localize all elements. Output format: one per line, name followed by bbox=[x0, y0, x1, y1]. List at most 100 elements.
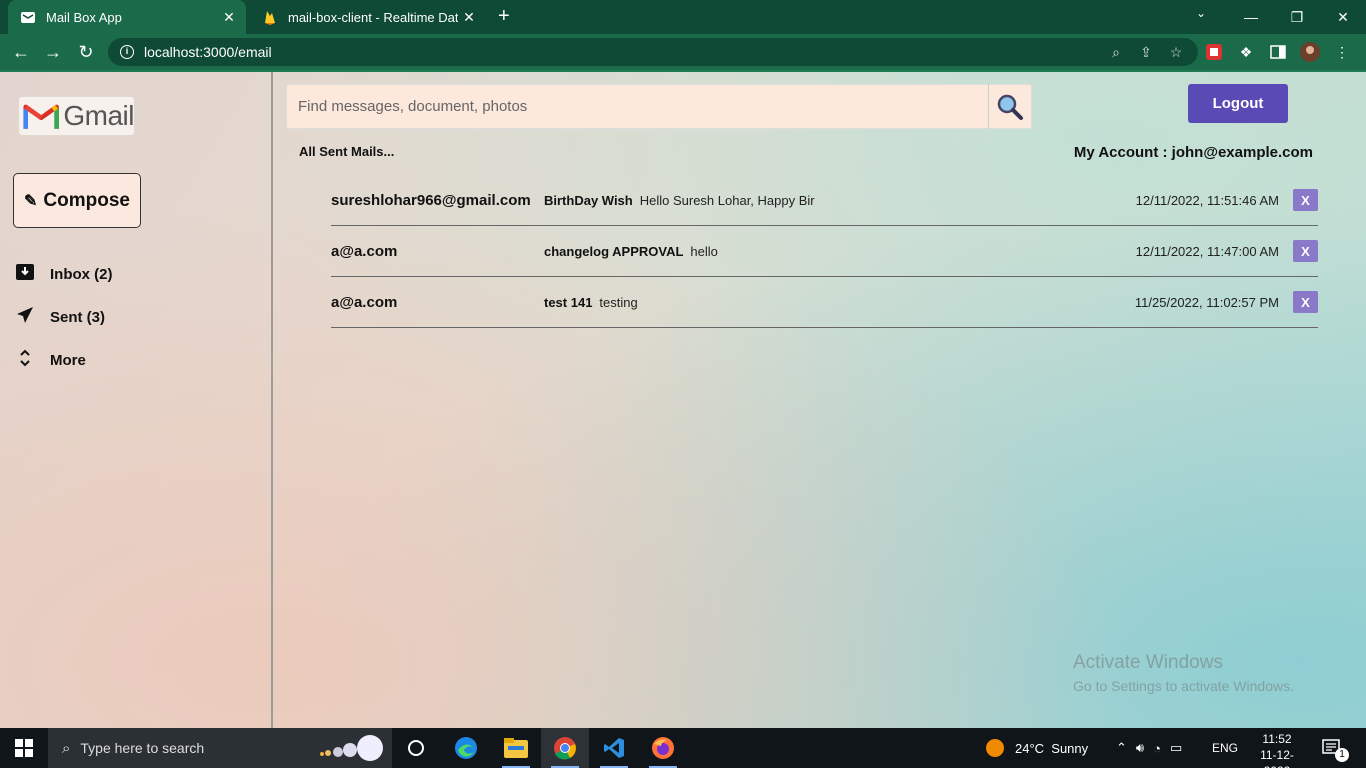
send-icon bbox=[14, 306, 36, 329]
vscode-icon[interactable] bbox=[590, 728, 638, 768]
sidebar-item-inbox[interactable]: Inbox (2) bbox=[14, 264, 113, 285]
sidebar-item-label: Sent (3) bbox=[50, 309, 106, 326]
search-icon bbox=[997, 94, 1023, 120]
tab-title: Mail Box App bbox=[46, 9, 122, 25]
network-icon[interactable]: ◔ bbox=[1153, 741, 1161, 756]
taskbar-search-box[interactable]: ⌕ Type here to search bbox=[48, 728, 392, 768]
language-indicator[interactable]: ENG bbox=[1212, 728, 1238, 768]
mail-row[interactable]: sureshlohar966@gmail.com BirthDay Wish H… bbox=[331, 175, 1318, 226]
sent-mail-list: sureshlohar966@gmail.com BirthDay Wish H… bbox=[331, 175, 1318, 328]
edge-browser-icon[interactable] bbox=[442, 728, 490, 768]
gmail-logo[interactable]: Gmail bbox=[19, 97, 134, 135]
browser-menu-icon[interactable]: ⋮ bbox=[1332, 42, 1352, 62]
search-input[interactable] bbox=[287, 85, 988, 128]
search-icon: ⌕ bbox=[62, 739, 71, 757]
browser-toolbar: ← → ↻ i localhost:3000/email ⌕ ⇪ ☆ bbox=[0, 34, 1366, 70]
compose-button[interactable]: ✎ Compose bbox=[13, 173, 141, 228]
reload-icon[interactable]: ↻ bbox=[75, 41, 97, 63]
url-text: localhost:3000/email bbox=[144, 44, 272, 60]
show-hidden-icons-chevron-icon[interactable]: ⌃ bbox=[1116, 740, 1127, 756]
compose-label: Compose bbox=[43, 189, 130, 211]
mail-app: Gmail ✎ Compose Inbox (2) Sent (3) More bbox=[0, 72, 1366, 728]
profile-avatar[interactable] bbox=[1300, 42, 1320, 62]
notification-count-badge: 1 bbox=[1335, 748, 1349, 762]
mail-timestamp: 12/11/2022, 11:51:46 AM bbox=[1135, 192, 1279, 208]
watermark-title: Activate Windows bbox=[1073, 652, 1223, 673]
zoom-icon[interactable]: ⌕ bbox=[1108, 44, 1124, 60]
restore-icon[interactable]: ❐ bbox=[1274, 0, 1320, 34]
mail-row[interactable]: a@a.com changelog APPROVAL hello 12/11/2… bbox=[331, 226, 1318, 277]
watermark-subtitle: Go to Settings to activate Windows. bbox=[1073, 678, 1294, 694]
search-bar bbox=[286, 84, 1032, 129]
file-explorer-icon[interactable] bbox=[492, 728, 540, 768]
tab-title: mail-box-client - Realtime Datab bbox=[288, 9, 458, 25]
delete-mail-button[interactable]: X bbox=[1293, 189, 1318, 211]
search-button[interactable] bbox=[988, 84, 1031, 129]
weather-widget[interactable]: 24°C Sunny bbox=[985, 728, 1088, 768]
weather-text: 24°C Sunny bbox=[1015, 740, 1089, 756]
windows-start-button[interactable] bbox=[0, 728, 48, 768]
taskbar-search-placeholder: Type here to search bbox=[80, 740, 205, 756]
clock-time: 11:52 bbox=[1262, 732, 1292, 746]
mail-preview: hello bbox=[690, 243, 718, 259]
tab-mail-box-app[interactable]: Mail Box App ✕ bbox=[8, 0, 246, 34]
volume-icon[interactable]: 🔊︎ bbox=[1136, 740, 1144, 756]
delete-mail-button[interactable]: X bbox=[1293, 291, 1318, 313]
tab-close-icon[interactable]: ✕ bbox=[218, 9, 240, 26]
back-arrow-icon[interactable]: ← bbox=[10, 41, 32, 63]
firebase-icon bbox=[262, 9, 278, 25]
mail-recipient: a@a.com bbox=[331, 242, 398, 260]
tab-close-icon[interactable]: ✕ bbox=[458, 9, 480, 26]
side-panel-icon[interactable] bbox=[1268, 42, 1288, 62]
mail-timestamp: 12/11/2022, 11:47:00 AM bbox=[1135, 243, 1279, 259]
browser-tab-strip: Mail Box App ✕ mail-box-client - Realtim… bbox=[0, 0, 1366, 34]
minimize-icon[interactable]: — bbox=[1228, 0, 1274, 34]
notification-center-icon[interactable]: 1 bbox=[1322, 728, 1349, 768]
mail-recipient: sureshlohar966@gmail.com bbox=[331, 191, 531, 209]
sidebar-item-label: More bbox=[50, 352, 86, 369]
mail-preview: testing bbox=[599, 294, 638, 310]
clock-date: 11-12-2022 bbox=[1260, 748, 1294, 768]
search-highlight-icon bbox=[320, 735, 383, 761]
inbox-icon bbox=[14, 264, 36, 285]
delete-mail-button[interactable]: X bbox=[1293, 240, 1318, 262]
bookmark-star-icon[interactable]: ☆ bbox=[1168, 44, 1184, 60]
firefox-icon[interactable] bbox=[639, 728, 687, 768]
chrome-icon[interactable] bbox=[541, 728, 589, 768]
share-icon[interactable]: ⇪ bbox=[1138, 44, 1154, 60]
taskbar: ⌕ Type here to search 24°C Sunny ⌃ 🔊︎ ◔ bbox=[0, 728, 1366, 768]
logo-text: Gmail bbox=[63, 100, 134, 131]
task-view-icon[interactable] bbox=[392, 728, 440, 768]
forward-arrow-icon[interactable]: → bbox=[42, 41, 64, 63]
mail-subject: changelog APPROVAL bbox=[544, 243, 684, 259]
account-label: My Account : john@example.com bbox=[1073, 144, 1313, 161]
new-tab-button[interactable]: + bbox=[498, 6, 510, 26]
taskbar-clock[interactable]: 11:52 11-12-2022 bbox=[1255, 731, 1299, 768]
windows-logo-icon bbox=[15, 739, 33, 757]
battery-icon[interactable]: ▭ bbox=[1170, 740, 1182, 756]
extensions-puzzle-icon[interactable]: ❖ bbox=[1236, 42, 1256, 62]
mail-subject: test 141 bbox=[544, 294, 593, 310]
sidebar-item-label: Inbox (2) bbox=[50, 266, 113, 283]
sidebar: Gmail ✎ Compose Inbox (2) Sent (3) More bbox=[0, 72, 273, 728]
page-title: All Sent Mails... bbox=[299, 144, 395, 159]
logout-button[interactable]: Logout bbox=[1188, 84, 1288, 123]
mail-recipient: a@a.com bbox=[331, 293, 398, 311]
app-favicon-icon bbox=[20, 9, 36, 25]
site-info-icon[interactable]: i bbox=[120, 45, 134, 59]
tab-search-chevron-icon[interactable]: ⌄ bbox=[1196, 6, 1206, 20]
sun-icon bbox=[986, 739, 1004, 757]
sidebar-item-sent[interactable]: Sent (3) bbox=[14, 306, 105, 329]
mail-preview: Hello Suresh Lohar, Happy Bir bbox=[639, 192, 815, 208]
expand-icon bbox=[14, 348, 36, 373]
pencil-icon: ✎ bbox=[24, 192, 38, 210]
mail-timestamp: 11/25/2022, 11:02:57 PM bbox=[1134, 294, 1279, 310]
extension-red-icon[interactable] bbox=[1204, 42, 1224, 62]
mail-row[interactable]: a@a.com test 141 testing 11/25/2022, 11:… bbox=[331, 277, 1318, 328]
mail-subject: BirthDay Wish bbox=[544, 192, 633, 208]
address-bar[interactable]: i localhost:3000/email ⌕ ⇪ ☆ bbox=[108, 38, 1198, 66]
sidebar-item-more[interactable]: More bbox=[14, 348, 86, 373]
tab-realtime-database[interactable]: mail-box-client - Realtime Datab ✕ bbox=[250, 0, 486, 34]
gmail-m-icon bbox=[23, 104, 59, 129]
window-close-icon[interactable]: ✕ bbox=[1320, 0, 1366, 34]
